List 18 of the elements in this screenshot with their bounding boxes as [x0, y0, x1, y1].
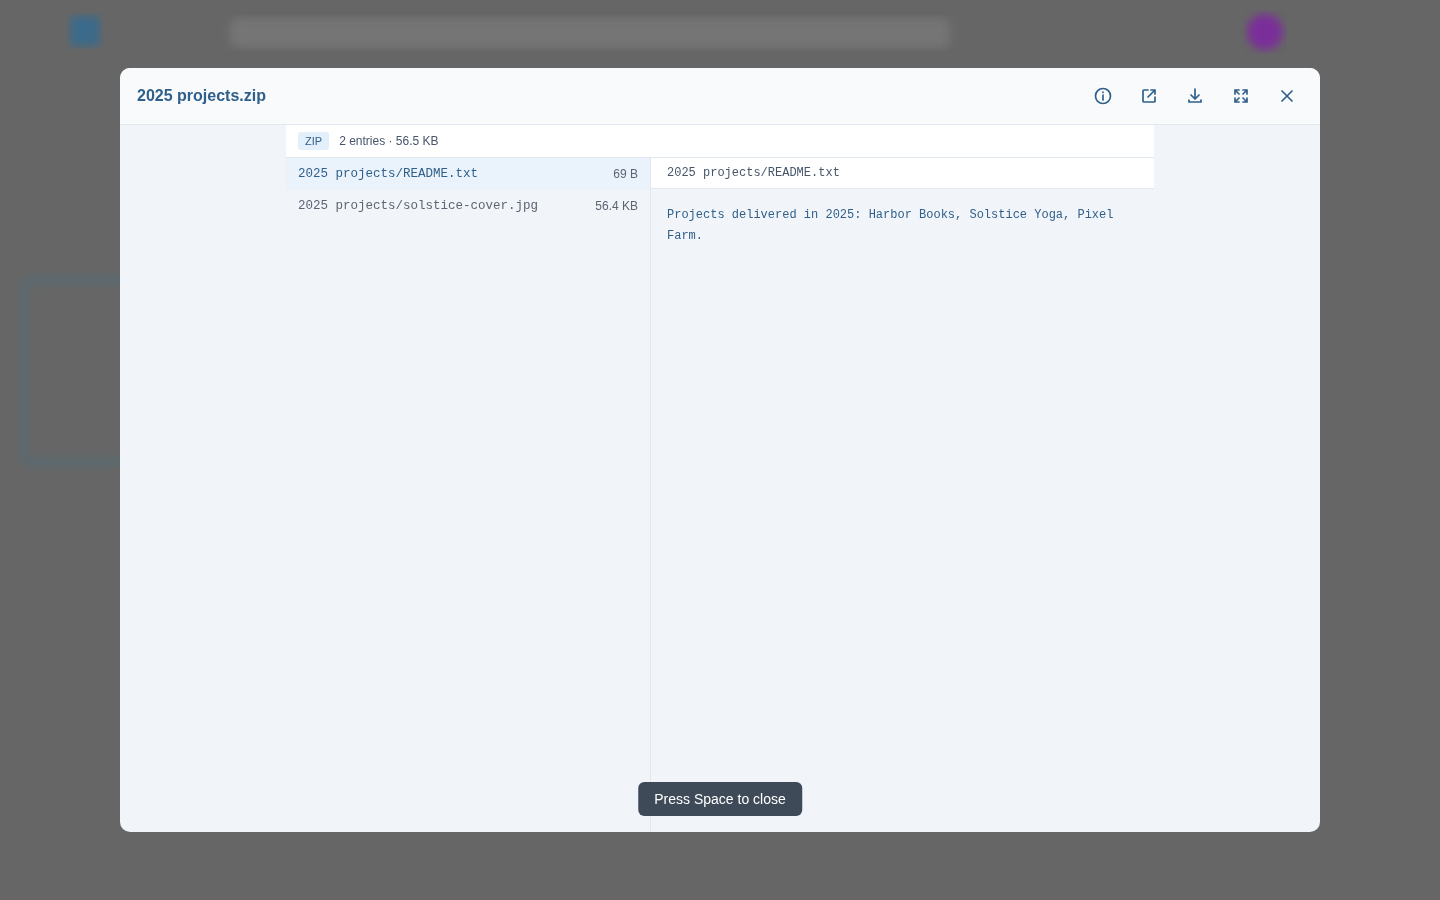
external-link-icon [1139, 86, 1159, 106]
entry-name: 2025 projects/solstice-cover.jpg [298, 199, 539, 213]
file-type-badge: ZIP [298, 132, 330, 150]
info-icon [1093, 86, 1113, 106]
archive-summary: 2 entries · 56.5 KB [339, 134, 439, 148]
archive-entry[interactable]: 2025 projects/solstice-cover.jpg 56.4 KB [286, 190, 650, 222]
entry-name: 2025 projects/README.txt [298, 167, 479, 181]
entry-size: 56.4 KB [595, 199, 638, 213]
entry-size: 69 B [613, 167, 638, 181]
download-icon [1185, 86, 1205, 106]
blurred-avatar [1247, 14, 1283, 50]
archive-entry[interactable]: 2025 projects/README.txt 69 B [286, 158, 650, 190]
fullscreen-icon [1231, 86, 1251, 106]
preview-path: 2025 projects/README.txt [651, 158, 1154, 189]
blurred-logo [70, 16, 100, 46]
toast-message: Press Space to close [638, 782, 802, 816]
preview-text: Projects delivered in 2025: Harbor Books, Solstice Yoga, Pixel Farm. [667, 207, 1115, 245]
dialog-title: 2025 projects.zip [137, 87, 267, 105]
